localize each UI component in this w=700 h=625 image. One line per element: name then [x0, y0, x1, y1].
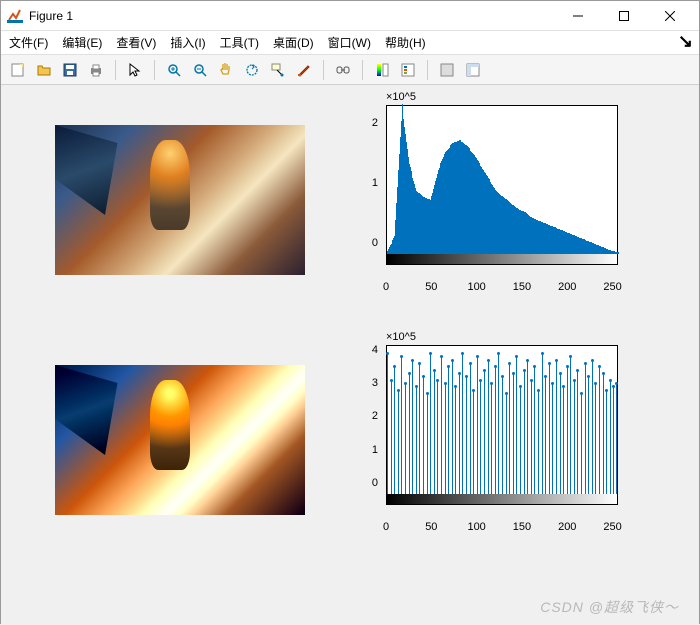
open-icon[interactable]	[33, 59, 55, 81]
subplot-image-equalized	[55, 365, 305, 515]
yticks-top: 012	[350, 105, 382, 265]
title-bar: Figure 1	[1, 1, 699, 31]
pan-icon[interactable]	[215, 59, 237, 81]
datatip-icon[interactable]	[267, 59, 289, 81]
colorbar-icon[interactable]	[371, 59, 393, 81]
menu-insert[interactable]: 插入(I)	[170, 34, 205, 51]
menu-help[interactable]: 帮助(H)	[385, 34, 426, 51]
save-icon[interactable]	[59, 59, 81, 81]
maximize-button[interactable]	[601, 1, 647, 31]
menu-edit[interactable]: 编辑(E)	[62, 34, 102, 51]
axes-bottom[interactable]	[386, 345, 618, 505]
figure-canvas: ×10^5 012 050100150200250 ×10^5 01234 05…	[1, 85, 699, 625]
pointer-icon[interactable]	[124, 59, 146, 81]
watermark: CSDN @超级飞侠～	[540, 597, 679, 617]
separator	[362, 60, 363, 80]
yticks-bottom: 01234	[350, 345, 382, 505]
separator	[427, 60, 428, 80]
y-exponent-top: ×10^5	[386, 91, 416, 103]
print-icon[interactable]	[85, 59, 107, 81]
colorbar-gradient	[387, 254, 617, 264]
toolbar	[1, 55, 699, 85]
histogram-stems	[387, 344, 617, 494]
separator	[154, 60, 155, 80]
legend-icon[interactable]	[397, 59, 419, 81]
menu-view[interactable]: 查看(V)	[116, 34, 156, 51]
menu-desktop[interactable]: 桌面(D)	[273, 34, 314, 51]
brush-icon[interactable]	[293, 59, 315, 81]
separator	[323, 60, 324, 80]
hide-tools-icon[interactable]	[436, 59, 458, 81]
menu-window[interactable]: 窗口(W)	[328, 34, 371, 51]
subplot-histogram-bottom: ×10^5 01234 050100150200250	[350, 345, 620, 525]
image-equalized	[55, 365, 305, 515]
rotate-icon[interactable]	[241, 59, 263, 81]
show-tools-icon[interactable]	[462, 59, 484, 81]
separator	[115, 60, 116, 80]
menu-tools[interactable]: 工具(T)	[220, 34, 259, 51]
close-button[interactable]	[647, 1, 693, 31]
window-title: Figure 1	[29, 9, 555, 23]
new-figure-icon[interactable]	[7, 59, 29, 81]
subplot-histogram-top: ×10^5 012 050100150200250	[350, 105, 620, 285]
zoom-out-icon[interactable]	[189, 59, 211, 81]
window-buttons	[555, 1, 693, 31]
dock-arrow-icon[interactable]: ↘	[678, 31, 693, 52]
histogram-bars	[387, 104, 617, 254]
matlab-icon	[7, 8, 23, 24]
axes-top[interactable]	[386, 105, 618, 265]
menu-file[interactable]: 文件(F)	[9, 34, 48, 51]
minimize-button[interactable]	[555, 1, 601, 31]
image-original	[55, 125, 305, 275]
subplot-image-original	[55, 125, 305, 275]
link-icon[interactable]	[332, 59, 354, 81]
colorbar-gradient	[387, 494, 617, 504]
menu-bar: 文件(F) 编辑(E) 查看(V) 插入(I) 工具(T) 桌面(D) 窗口(W…	[1, 31, 699, 55]
y-exponent-bottom: ×10^5	[386, 331, 416, 343]
zoom-in-icon[interactable]	[163, 59, 185, 81]
